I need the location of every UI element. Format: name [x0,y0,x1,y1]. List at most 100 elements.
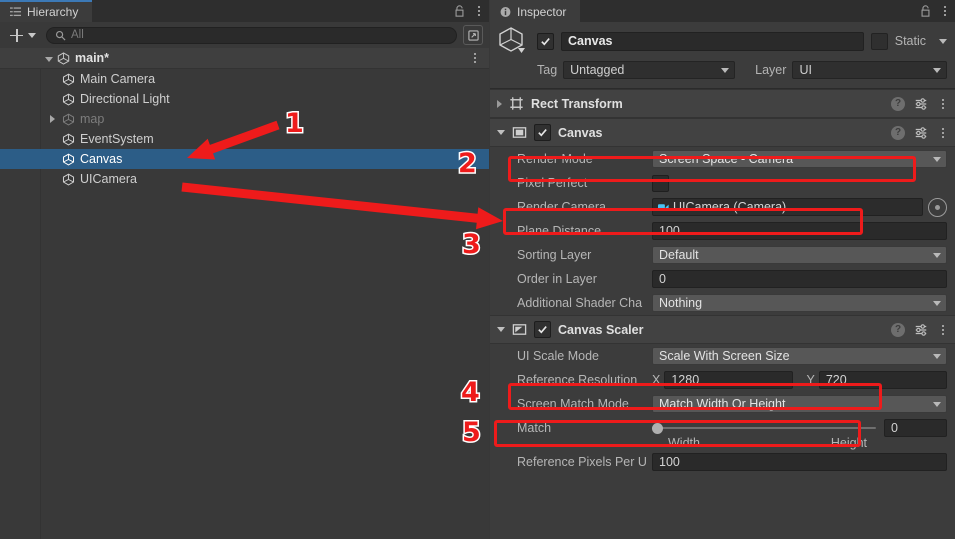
chevron-down-icon[interactable] [45,57,53,62]
checkbox-pixel-perfect[interactable] [652,174,669,192]
match-slider[interactable] [652,419,876,437]
field-label: Pixel Perfect [517,176,588,190]
dropdown-render-mode[interactable]: Screen Space - Camera [652,150,947,168]
slider-handle[interactable] [652,422,663,434]
chevron-down-icon[interactable] [497,130,505,135]
component-header-rect-transform[interactable]: Rect Transform? [490,89,955,118]
hierarchy-scene-row[interactable]: main* [0,48,489,69]
unity-scene-icon [57,51,70,65]
field-label: Plane Distance [517,224,602,238]
dropdown-value: Screen Space - Camera [659,152,794,166]
static-checkbox[interactable] [870,32,888,50]
dropdown-additional-shader-cha[interactable]: Nothing [652,294,947,312]
tag-value: Untagged [570,63,625,77]
component-title: Canvas [558,125,603,140]
component-menu-icon[interactable] [937,97,949,111]
hierarchy-item-label: EventSystem [80,132,154,146]
preset-icon[interactable] [914,97,928,111]
inspector-panel: Inspector Canvas Static Tag Untagged Lay… [490,0,955,539]
chevron-right-icon[interactable] [497,99,502,108]
tag-dropdown[interactable]: Untagged [563,61,736,79]
layer-value: UI [799,63,812,77]
component-menu-icon[interactable] [937,323,949,337]
camera-icon [658,203,669,211]
hierarchy-item-eventsystem[interactable]: EventSystem [0,129,489,149]
input-plane-distance[interactable]: 100 [652,222,947,240]
help-icon[interactable]: ? [891,322,905,337]
static-dropdown-chevron-icon[interactable] [939,38,947,44]
gameobject-icon [62,113,75,125]
hierarchy-panel: Hierarchy All main* Main Camera Directio… [0,0,489,539]
check-icon [538,326,547,334]
tab-inspector[interactable]: Inspector [490,0,581,22]
hierarchy-item-directional-light[interactable]: Directional Light [0,89,489,109]
field-label: Reference Resolution [517,373,638,387]
hierarchy-item-uicamera[interactable]: UICamera [0,169,489,189]
preset-icon[interactable] [914,323,928,337]
dropdown-value: Scale With Screen Size [659,349,790,363]
component-enabled-checkbox[interactable] [534,124,551,141]
dropdown-ui-scale-mode[interactable]: Scale With Screen Size [652,347,947,365]
object-picker-icon[interactable] [928,197,947,217]
plus-icon [10,28,23,42]
hierarchy-menu-icon[interactable] [473,4,485,18]
chevron-down-icon [933,401,941,407]
search-icon [55,30,66,41]
chevron-down-icon[interactable] [497,327,505,332]
input-reference-resolution-y[interactable]: 720 [818,371,947,389]
lock-icon[interactable] [920,5,931,17]
canvas-icon [512,127,527,138]
hierarchy-scene-label: main* [75,51,110,65]
scene-menu-icon[interactable] [469,51,481,65]
input-order-in-layer[interactable]: 0 [652,270,947,288]
component-tools: ? [891,125,949,140]
component-enabled-checkbox[interactable] [534,321,551,338]
preset-icon[interactable] [914,126,928,140]
hierarchy-item-label: Main Camera [80,72,156,86]
rect-transform-icon [510,97,523,110]
info-icon [500,7,511,17]
help-icon[interactable]: ? [891,125,905,140]
field-row-screen-match-mode: Screen Match Mode Match Width Or Height [490,392,955,416]
field-row-sorting-layer: Sorting Layer Default [490,243,955,267]
dropdown-value: Nothing [659,296,703,310]
check-icon [541,37,550,45]
field-label: Render Camera [517,200,606,214]
input-match-value[interactable]: 0 [884,419,947,437]
object-enabled-checkbox[interactable] [537,32,554,50]
gameobject-icon [62,93,75,105]
component-header-canvas[interactable]: Canvas? [490,118,955,147]
tab-hierarchy[interactable]: Hierarchy [0,0,93,22]
field-label: Additional Shader Cha [517,296,643,310]
search-input[interactable]: All [46,26,457,44]
component-title: Canvas Scaler [558,322,644,337]
hierarchy-item-map[interactable]: map [0,109,489,129]
object-field-render-camera[interactable]: UICamera (Camera) [652,198,923,216]
chevron-down-icon [933,353,941,359]
object-name-field[interactable]: Canvas [561,31,864,51]
tag-label: Tag [537,63,558,77]
dropdown-sorting-layer[interactable]: Default [652,246,947,264]
dropdown-screen-match-mode[interactable]: Match Width Or Height [652,395,947,413]
help-icon[interactable]: ? [891,96,905,111]
hierarchy-icon [10,7,21,17]
input-reference-pixels-per-u[interactable]: 100 [652,453,947,471]
hierarchy-tabstrip: Hierarchy [0,0,489,22]
chevron-right-icon[interactable] [50,115,55,123]
component-header-canvas-scaler[interactable]: Canvas Scaler? [490,315,955,344]
hierarchy-item-label: Canvas [80,152,123,166]
hierarchy-tree[interactable]: main* Main Camera Directional Light map Eve… [0,48,489,539]
dropdown-value: Match Width Or Height [659,397,786,411]
inspector-menu-icon[interactable] [939,4,951,18]
chevron-down-icon [933,67,941,73]
gameobject-icon [62,153,75,165]
input-reference-resolution-x[interactable]: 1280 [664,371,793,389]
create-button[interactable] [6,25,40,45]
component-menu-icon[interactable] [937,126,949,140]
hierarchy-item-main-camera[interactable]: Main Camera [0,69,489,89]
canvas-scaler-icon [512,324,527,335]
hierarchy-item-canvas[interactable]: Canvas [0,149,489,169]
lock-icon[interactable] [454,5,465,17]
layer-dropdown[interactable]: UI [792,61,947,79]
open-in-window-icon[interactable] [463,25,483,45]
